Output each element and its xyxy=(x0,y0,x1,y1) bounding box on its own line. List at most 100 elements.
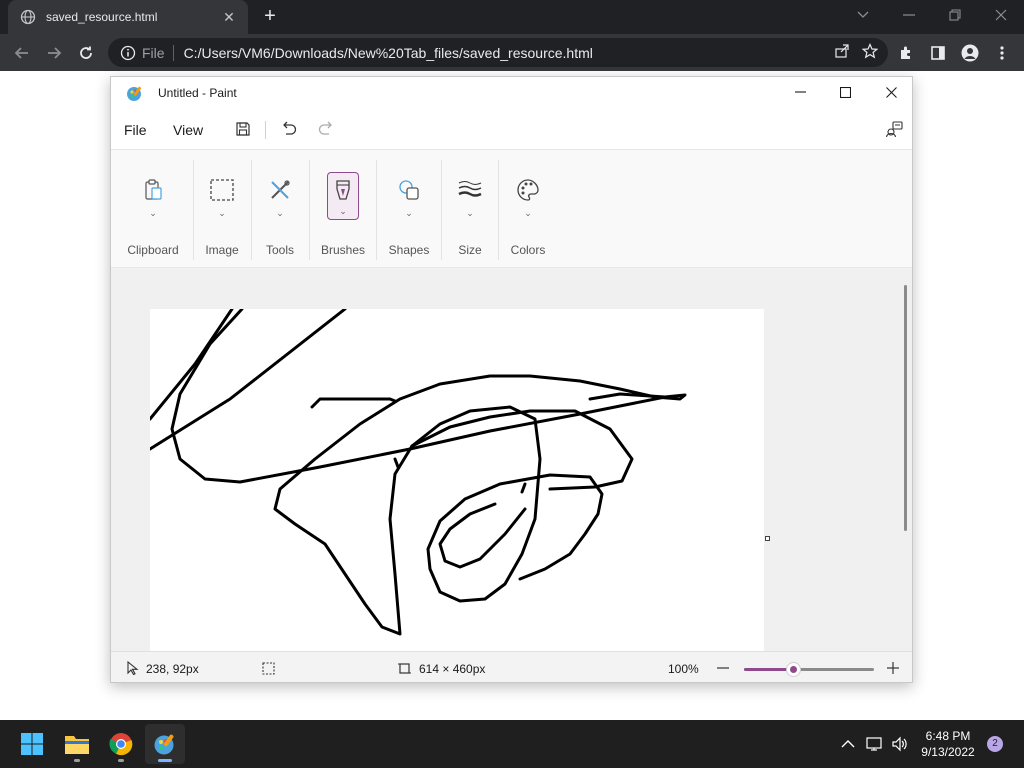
taskbar-paint[interactable] xyxy=(145,724,185,764)
back-arrow-icon[interactable] xyxy=(9,40,35,66)
folder-icon xyxy=(65,736,89,754)
paint-minimize-icon[interactable] xyxy=(777,77,823,107)
ribbon-group-size[interactable]: ⌄ Size xyxy=(442,150,498,269)
windows-logo-icon xyxy=(21,733,43,755)
running-indicator xyxy=(118,759,124,762)
more-menu-icon[interactable] xyxy=(989,40,1015,66)
ribbon-label-shapes: Shapes xyxy=(388,243,430,257)
zoom-slider-thumb[interactable] xyxy=(786,663,800,676)
chevron-down-icon[interactable]: ⌄ xyxy=(339,206,347,217)
zoom-out-icon[interactable] xyxy=(716,661,730,675)
account-icon[interactable] xyxy=(883,118,905,140)
browser-tab[interactable]: saved_resource.html ✕ xyxy=(8,0,248,34)
zoom-slider-fill xyxy=(744,668,794,671)
new-tab-button[interactable]: + xyxy=(258,5,282,29)
undo-icon[interactable] xyxy=(277,118,299,140)
ribbon-group-tools[interactable]: ⌄ Tools xyxy=(252,150,308,269)
zoom-slider[interactable] xyxy=(744,668,874,671)
paint-menubar: File View xyxy=(111,109,912,149)
canvas-size-icon xyxy=(397,661,411,675)
share-icon[interactable] xyxy=(834,43,850,64)
paint-taskbar-icon xyxy=(154,734,174,755)
profile-avatar-icon[interactable] xyxy=(957,40,983,66)
canvas-workspace xyxy=(111,269,912,651)
browser-tabstrip: saved_resource.html ✕ + xyxy=(0,0,1024,34)
paint-window: Untitled - Paint File View ⌄ Clipboard ⌄… xyxy=(110,76,913,683)
paint-close-icon[interactable] xyxy=(868,77,912,107)
url-scheme-label: File xyxy=(142,44,165,61)
tab-close-icon[interactable]: ✕ xyxy=(220,9,238,26)
paint-ribbon: ⌄ Clipboard ⌄ Image ⌄ Tools ⌄ Brushes ⌄ … xyxy=(111,149,912,268)
ribbon-group-brushes[interactable]: ⌄ Brushes xyxy=(310,150,376,269)
menu-view[interactable]: View xyxy=(173,122,203,138)
ribbon-label-tools: Tools xyxy=(265,243,294,257)
reload-icon[interactable] xyxy=(73,40,99,66)
forward-arrow-icon[interactable] xyxy=(41,40,67,66)
ribbon-label-colors: Colors xyxy=(510,243,546,257)
paint-maximize-icon[interactable] xyxy=(822,77,868,107)
address-bar[interactable]: File C:/Users/VM6/Downloads/New%20Tab_fi… xyxy=(108,38,888,67)
ribbon-group-colors[interactable]: ⌄ Colors xyxy=(499,150,557,269)
start-button[interactable] xyxy=(12,724,52,764)
info-icon[interactable] xyxy=(120,45,136,61)
tray-overflow-chevron-icon[interactable] xyxy=(838,734,858,754)
chevron-down-icon[interactable]: ⌄ xyxy=(466,208,474,219)
ribbon-label-clipboard: Clipboard xyxy=(127,243,179,257)
chevron-down-icon[interactable]: ⌄ xyxy=(149,208,157,219)
extensions-icon[interactable] xyxy=(893,40,919,66)
chrome-icon xyxy=(109,733,133,756)
zoom-in-icon[interactable] xyxy=(886,661,900,675)
chevron-down-icon[interactable]: ⌄ xyxy=(218,208,226,219)
taskbar-clock[interactable]: 6:48 PM 9/13/2022 xyxy=(916,728,980,760)
clock-date: 9/13/2022 xyxy=(921,745,975,759)
side-panel-icon[interactable] xyxy=(925,40,951,66)
restore-icon[interactable] xyxy=(932,0,978,30)
tab-title: saved_resource.html xyxy=(46,10,158,24)
taskbar-chrome[interactable] xyxy=(101,724,141,764)
canvas-size-value: 614 × 460px xyxy=(419,662,486,676)
palette-icon[interactable] xyxy=(512,174,544,206)
ribbon-label-brushes: Brushes xyxy=(320,243,366,257)
chevron-down-icon[interactable]: ⌄ xyxy=(276,208,284,219)
globe-icon xyxy=(20,9,36,25)
drawing-strokes xyxy=(150,309,687,636)
volume-icon[interactable] xyxy=(890,734,910,754)
ribbon-group-image[interactable]: ⌄ Image xyxy=(194,150,250,269)
ribbon-group-clipboard[interactable]: ⌄ Clipboard xyxy=(121,150,185,269)
ribbon-label-size: Size xyxy=(458,243,482,257)
ribbon-group-shapes[interactable]: ⌄ Shapes xyxy=(377,150,441,269)
tools-icon[interactable] xyxy=(264,174,296,206)
selection-size-icon xyxy=(261,661,275,675)
clipboard-icon[interactable] xyxy=(137,174,169,206)
clock-time: 6:48 PM xyxy=(925,729,971,743)
shapes-icon[interactable] xyxy=(393,174,425,206)
paint-statusbar: 238, 92px 614 × 460px 100% xyxy=(111,651,912,682)
redo-icon[interactable] xyxy=(316,118,338,140)
vertical-scrollbar[interactable] xyxy=(904,285,907,531)
windows-taskbar: 6:48 PM 9/13/2022 xyxy=(0,720,1024,768)
cursor-position-icon xyxy=(126,661,140,675)
menu-file[interactable]: File xyxy=(124,122,147,138)
drawing-canvas[interactable] xyxy=(150,309,764,651)
save-icon[interactable] xyxy=(232,118,254,140)
size-icon[interactable] xyxy=(454,174,486,206)
selection-icon[interactable] xyxy=(206,174,238,206)
notification-badge[interactable]: 2 xyxy=(987,736,1003,752)
paint-window-title: Untitled - Paint xyxy=(158,86,237,100)
canvas-resize-handle[interactable] xyxy=(765,536,770,541)
bookmark-star-icon[interactable] xyxy=(861,43,879,64)
tab-search-icon[interactable] xyxy=(840,0,886,30)
ribbon-label-image: Image xyxy=(205,243,239,257)
paint-titlebar[interactable]: Untitled - Paint xyxy=(111,77,912,109)
chevron-down-icon[interactable]: ⌄ xyxy=(405,208,413,219)
network-icon[interactable] xyxy=(865,734,885,754)
running-indicator xyxy=(158,759,172,762)
taskbar-file-explorer[interactable] xyxy=(57,724,97,764)
chevron-down-icon[interactable]: ⌄ xyxy=(524,208,532,219)
close-window-icon[interactable] xyxy=(978,0,1024,30)
running-indicator xyxy=(74,759,80,762)
url-text[interactable]: C:/Users/VM6/Downloads/New%20Tab_files/s… xyxy=(184,45,593,61)
menubar-divider xyxy=(265,121,266,139)
zoom-level: 100% xyxy=(668,662,699,676)
minimize-icon[interactable] xyxy=(886,0,932,30)
